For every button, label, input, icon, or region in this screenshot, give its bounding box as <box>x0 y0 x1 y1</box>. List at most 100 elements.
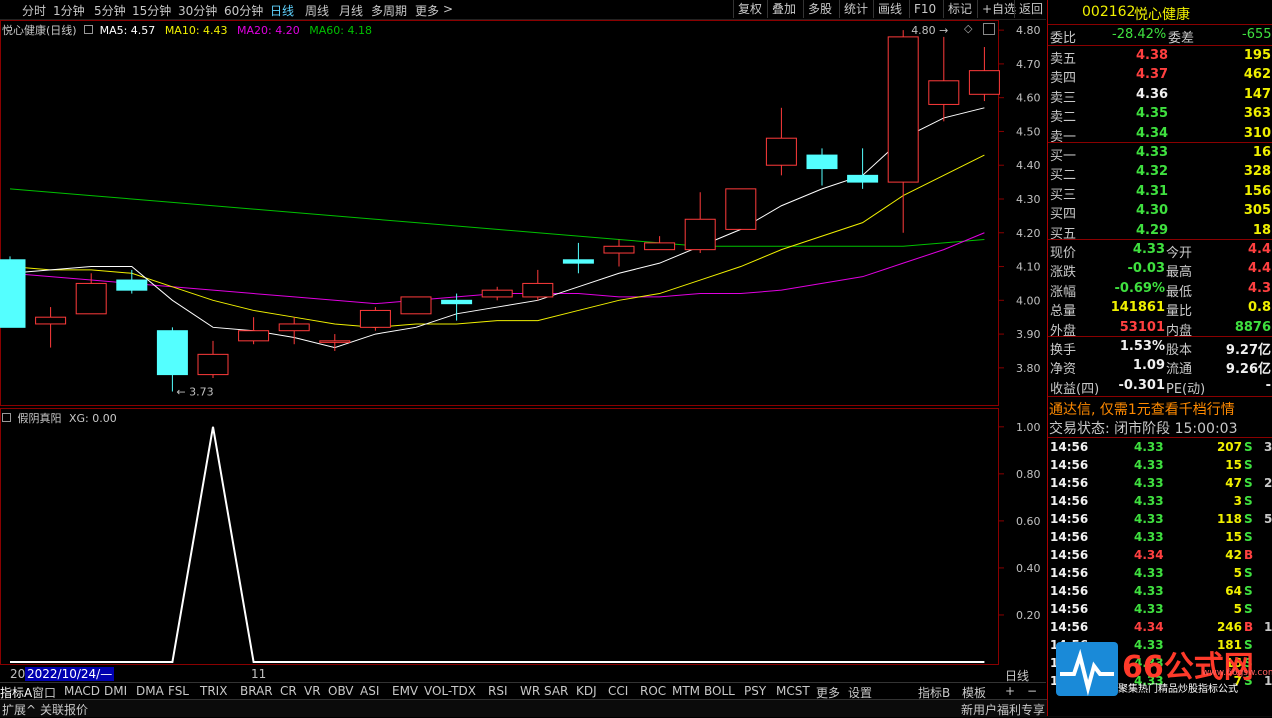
indicator-tab-14[interactable]: RSI <box>488 684 508 698</box>
tick-row: 14:56 4.33 118 S 5 <box>1050 512 1272 526</box>
expand-button[interactable]: 扩展^ <box>2 701 36 718</box>
period-7[interactable]: 周线 <box>305 2 329 19</box>
period-10[interactable]: 更多 <box>415 2 439 19</box>
indicator-tab-23[interactable]: MCST <box>776 684 810 698</box>
candle-body <box>441 299 473 305</box>
candle[interactable] <box>522 269 554 301</box>
chevron-right-icon[interactable]: > <box>443 2 453 16</box>
candle[interactable] <box>765 107 797 176</box>
indicator-tab-8[interactable]: CR <box>280 684 297 698</box>
candle[interactable] <box>481 286 513 301</box>
chart-area[interactable]: 4.80 4.70 4.60 4.50 4.40 4.30 4.20 4.10 4.00 3.90… <box>0 20 1046 666</box>
new-user-link[interactable]: 新用户福利专享 <box>961 701 1045 718</box>
toolbar-button-6[interactable]: 标记 <box>943 0 976 18</box>
indicator-tab-12[interactable]: EMV <box>392 684 418 698</box>
sub-y-tick-label: 1.00 <box>1016 421 1041 434</box>
candle[interactable] <box>238 317 270 345</box>
candle[interactable] <box>156 327 188 392</box>
ask-row[interactable]: 卖一 4.34 310 <box>1048 125 1272 145</box>
indicator-tab-19[interactable]: ROC <box>640 684 666 698</box>
xg-line <box>10 426 985 663</box>
bid-row[interactable]: 买一 4.33 16 <box>1048 144 1272 164</box>
bid-row[interactable]: 买四 4.30 305 <box>1048 202 1272 222</box>
ma60-label: MA60: 4.18 <box>309 24 372 37</box>
toolbar-button-3[interactable]: 统计 <box>839 0 872 18</box>
candle[interactable] <box>197 340 229 378</box>
indicator-tabs: 指标A 窗口 MACD DMI DMA FSL TRIX BRAR CR VR OBV ASI EMV V… <box>0 682 1046 700</box>
candle[interactable] <box>684 192 716 254</box>
candle[interactable] <box>116 269 148 294</box>
toolbar-button-4[interactable]: 画线 <box>873 0 906 18</box>
candle[interactable] <box>644 236 676 251</box>
candle-body <box>684 218 716 251</box>
period-9[interactable]: 多周期 <box>371 2 407 19</box>
indicator-tab-16[interactable]: SAR <box>544 684 568 698</box>
toolbar-button-5[interactable]: F10 <box>909 0 940 18</box>
y-tick-label: 3.90 <box>1016 328 1041 341</box>
indicator-tab-20[interactable]: MTM <box>672 684 700 698</box>
candle[interactable] <box>35 307 67 348</box>
indicator-right-3[interactable]: − <box>1027 684 1037 698</box>
candle[interactable] <box>562 242 594 274</box>
period-1[interactable]: 1分钟 <box>53 2 85 19</box>
related-quote-button[interactable]: 关联报价 <box>40 701 88 718</box>
indicator-tab-21[interactable]: BOLL <box>704 684 735 698</box>
period-0[interactable]: 分时 <box>22 2 46 19</box>
period-4[interactable]: 30分钟 <box>178 2 217 19</box>
candle[interactable] <box>359 307 391 331</box>
promo-banner[interactable]: 通达信, 仅需1元查看千档行情 <box>1048 398 1272 418</box>
bid-row[interactable]: 买二 4.32 328 <box>1048 163 1272 183</box>
indicator-right-2[interactable]: + <box>1005 684 1015 698</box>
candle[interactable] <box>400 296 432 315</box>
indicator-tab-22[interactable]: PSY <box>744 684 766 698</box>
tick-row: 14:56 4.33 15 S <box>1050 458 1253 472</box>
indicator-tab-13[interactable]: VOL-TDX <box>424 684 476 698</box>
indicator-tab-11[interactable]: ASI <box>360 684 379 698</box>
ask-row[interactable]: 卖五 4.38 195 <box>1048 47 1272 67</box>
toolbar-button-0[interactable]: 复权 <box>733 0 766 18</box>
indicator-tab-10[interactable]: OBV <box>328 684 354 698</box>
main-legend: 悦心健康(日线) MA5: 4.57 MA10: 4.43 MA20: 4.20… <box>2 22 372 38</box>
period-6[interactable]: 日线 <box>270 2 294 19</box>
indicator-tab-5[interactable]: FSL <box>168 684 189 698</box>
period-8[interactable]: 月线 <box>339 2 363 19</box>
window-toggle-icon[interactable] <box>983 23 995 35</box>
candle[interactable] <box>319 334 351 351</box>
indicator-tab-3[interactable]: DMI <box>104 684 127 698</box>
indicator-tab-2[interactable]: MACD <box>64 684 100 698</box>
y-tick-label: 4.50 <box>1016 125 1041 138</box>
candle[interactable] <box>603 239 635 267</box>
tick-row: 14:56 4.33 207 S 3 <box>1050 440 1272 454</box>
period-2[interactable]: 5分钟 <box>94 2 126 19</box>
y-tick-label: 4.70 <box>1016 58 1041 71</box>
toolbar-button-2[interactable]: 多股 <box>803 0 836 18</box>
tick-row: 14:56 4.34 246 B 1 <box>1050 620 1272 634</box>
candle[interactable] <box>928 36 960 122</box>
stat-row: 换手 1.53% 股本 9.27亿 <box>1050 339 1271 358</box>
indicator-tab-6[interactable]: TRIX <box>200 684 227 698</box>
toolbar-button-1[interactable]: 叠加 <box>767 0 800 18</box>
candle-body <box>116 279 148 291</box>
candle[interactable] <box>0 256 26 328</box>
bid-row[interactable]: 买五 4.29 18 <box>1048 222 1272 242</box>
indicator-tab-4[interactable]: DMA <box>136 684 164 698</box>
sub-y-tick-label: 0.20 <box>1016 609 1041 622</box>
candle[interactable] <box>725 188 757 230</box>
brand-url: www.66gsw.com <box>1202 668 1272 678</box>
indicator-tab-7[interactable]: BRAR <box>240 684 273 698</box>
indicator-tab-18[interactable]: CCI <box>608 684 628 698</box>
ask-row[interactable]: 卖二 4.35 363 <box>1048 105 1272 125</box>
ask-row[interactable]: 卖四 4.37 462 <box>1048 66 1272 86</box>
bid-row[interactable]: 买三 4.31 156 <box>1048 183 1272 203</box>
candle[interactable] <box>806 148 838 186</box>
period-5[interactable]: 60分钟 <box>224 2 263 19</box>
indicator-tab-15[interactable]: WR <box>520 684 540 698</box>
period-3[interactable]: 15分钟 <box>132 2 171 19</box>
diamond-icon[interactable]: ◇ <box>964 22 972 35</box>
toolbar-button-8[interactable]: 返回 <box>1014 0 1047 18</box>
indicator-tab-9[interactable]: VR <box>304 684 321 698</box>
candle[interactable] <box>847 148 879 189</box>
candle[interactable] <box>968 47 1000 102</box>
indicator-tab-17[interactable]: KDJ <box>576 684 597 698</box>
ask-row[interactable]: 卖三 4.36 147 <box>1048 86 1272 106</box>
